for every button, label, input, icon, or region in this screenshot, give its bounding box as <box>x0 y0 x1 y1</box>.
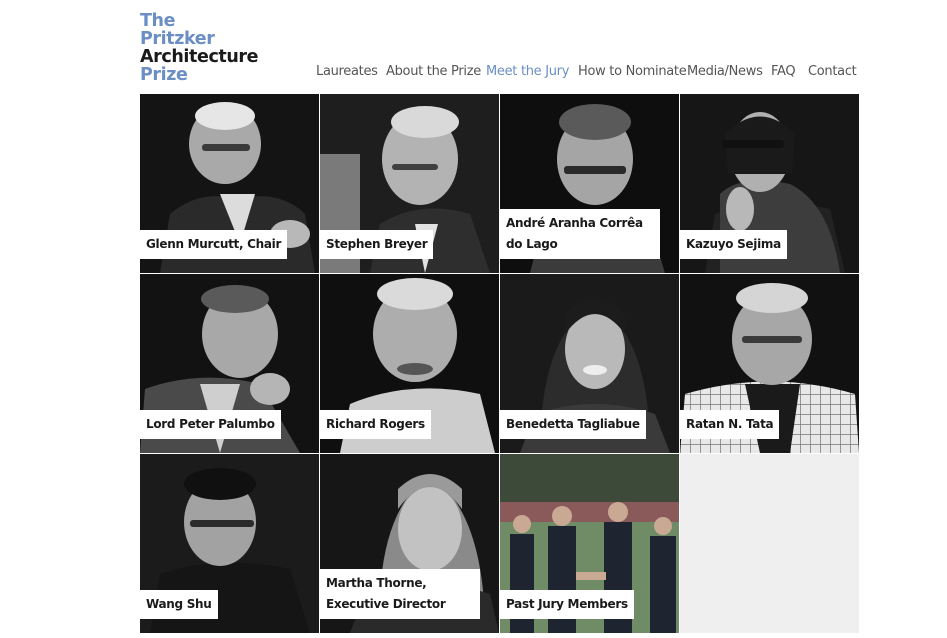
logo-line-architecture: Architecture <box>140 47 259 67</box>
empty-tile <box>680 454 859 633</box>
jury-tile-peter-palumbo[interactable]: Lord Peter Palumbo <box>140 274 319 453</box>
nav-media-news[interactable]: Media/News <box>687 64 763 79</box>
jury-name-label: Kazuyo Sejima <box>680 230 787 259</box>
jury-name-label: Stephen Breyer <box>320 230 434 259</box>
logo-line-prize: Prize <box>140 65 188 85</box>
nav-faq[interactable]: FAQ <box>771 64 796 79</box>
jury-grid: Glenn Murcutt, Chair Stephen Breyer Andr… <box>140 94 860 634</box>
jury-name-label: Martha Thorne, Executive Director <box>320 569 480 619</box>
jury-name-label: Glenn Murcutt, Chair <box>140 230 288 259</box>
nav-contact[interactable]: Contact <box>808 64 857 79</box>
jury-name-label: Ratan N. Tata <box>680 410 780 439</box>
jury-tile-stephen-breyer[interactable]: Stephen Breyer <box>320 94 499 273</box>
jury-name-label: Benedetta Tagliabue <box>500 410 646 439</box>
jury-tile-martha-thorne[interactable]: Martha Thorne, Executive Director <box>320 454 499 633</box>
jury-tile-past-jury-members[interactable]: Past Jury Members <box>500 454 679 633</box>
jury-name-label: Lord Peter Palumbo <box>140 410 281 439</box>
jury-name-label: Richard Rogers <box>320 410 431 439</box>
jury-name-label: André Aranha Corrêa do Lago <box>500 209 660 259</box>
nav-laureates[interactable]: Laureates <box>316 64 378 79</box>
logo-line-the: The <box>140 11 176 31</box>
jury-tile-andre-correa-do-lago[interactable]: André Aranha Corrêa do Lago <box>500 94 679 273</box>
jury-tile-kazuyo-sejima[interactable]: Kazuyo Sejima <box>680 94 859 273</box>
jury-tile-wang-shu[interactable]: Wang Shu <box>140 454 319 633</box>
logo-line-pritzker: Pritzker <box>140 29 215 49</box>
jury-tile-glenn-murcutt[interactable]: Glenn Murcutt, Chair <box>140 94 319 273</box>
nav-about-the-prize[interactable]: About the Prize <box>386 64 481 79</box>
jury-name-label: Wang Shu <box>140 590 218 619</box>
jury-tile-ratan-tata[interactable]: Ratan N. Tata <box>680 274 859 453</box>
jury-tile-richard-rogers[interactable]: Richard Rogers <box>320 274 499 453</box>
jury-name-label: Past Jury Members <box>500 590 634 619</box>
jury-tile-benedetta-tagliabue[interactable]: Benedetta Tagliabue <box>500 274 679 453</box>
site-logo[interactable]: The Pritzker Architecture Prize <box>140 11 259 85</box>
nav-how-to-nominate[interactable]: How to Nominate <box>578 64 687 79</box>
nav-meet-the-jury[interactable]: Meet the Jury <box>486 64 569 79</box>
